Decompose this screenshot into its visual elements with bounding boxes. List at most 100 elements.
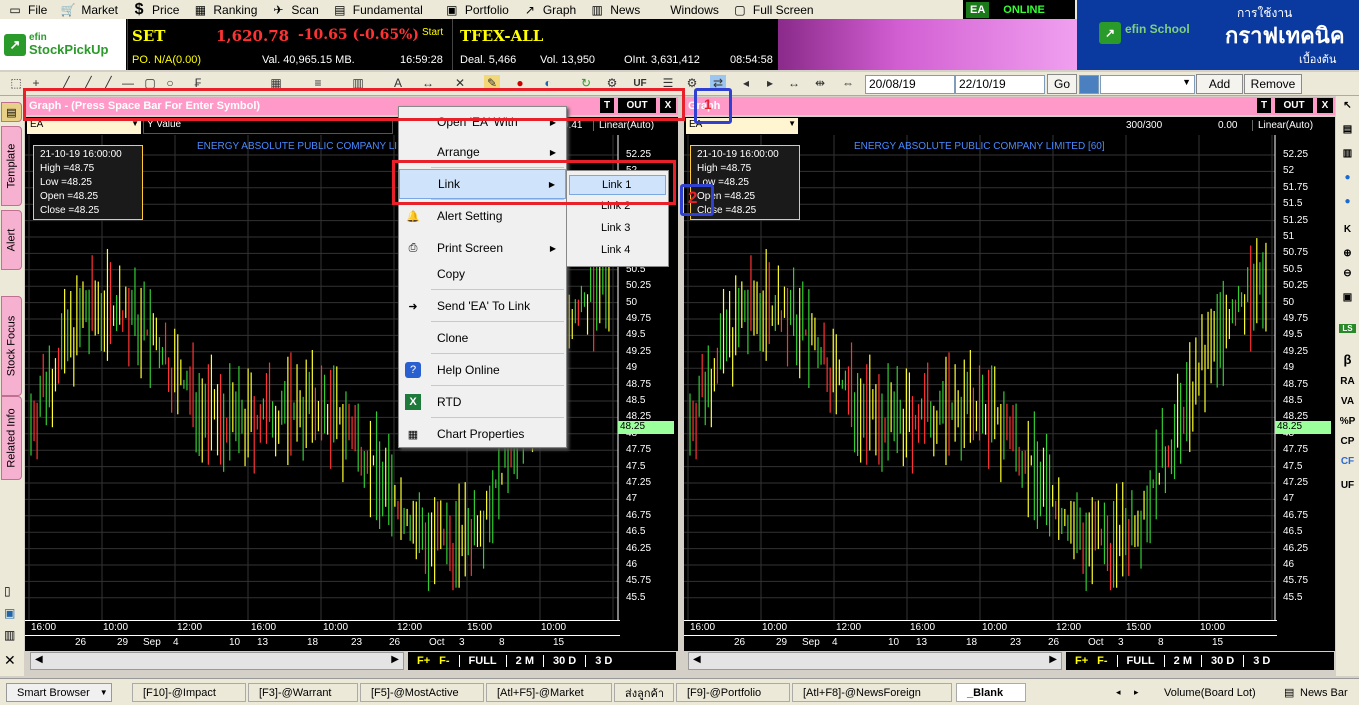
- left-pane-close-button[interactable]: X: [660, 98, 676, 113]
- zoom-icon[interactable]: ⇔: [840, 75, 856, 91]
- globe-icon[interactable]: ◐: [540, 75, 556, 91]
- menu-fullscreen[interactable]: ▢ Full Screen: [725, 0, 820, 19]
- menu-fundamental[interactable]: ▤ Fundamental: [325, 0, 429, 19]
- left-pane-out-button[interactable]: OUT: [618, 98, 656, 113]
- lines-icon[interactable]: ≡: [310, 75, 326, 91]
- settings-wheel-icon[interactable]: ⚙: [604, 75, 620, 91]
- submenu-link-4[interactable]: Link 4: [569, 241, 666, 261]
- stop-icon[interactable]: ●: [512, 75, 528, 91]
- zoom-full-button[interactable]: FULL: [458, 655, 506, 667]
- zoom-out-icon[interactable]: ⊖: [1339, 268, 1356, 279]
- bottom-tab-1[interactable]: [F10]-@Impact: [132, 683, 246, 702]
- save-icon[interactable]: ▣: [4, 606, 15, 620]
- line-icon[interactable]: ╱: [58, 75, 74, 91]
- right-pane-titlebar[interactable]: Graph: [684, 97, 1335, 115]
- context-item-arrange[interactable]: Arrange ▶: [399, 137, 566, 167]
- bottom-tab-6[interactable]: [F9]-@Portfolio: [676, 683, 790, 702]
- left-symbol-combo[interactable]: EA ▼: [27, 118, 141, 134]
- tab-related-info[interactable]: Related Info: [1, 396, 22, 480]
- date-from-field[interactable]: 20/08/19: [865, 75, 955, 94]
- expand-icon[interactable]: ↔: [786, 75, 802, 91]
- refresh-icon[interactable]: ↻: [578, 75, 594, 91]
- layers-icon[interactable]: ☰: [660, 75, 676, 91]
- cf-tool[interactable]: CF: [1339, 456, 1356, 467]
- delete-icon[interactable]: ✕: [452, 75, 468, 91]
- submenu-link-1[interactable]: Link 1: [569, 175, 666, 195]
- beta-tool[interactable]: β: [1339, 352, 1356, 367]
- k-tool-icon[interactable]: K: [1339, 224, 1356, 235]
- pencil-icon[interactable]: ✎: [484, 75, 500, 91]
- submenu-link-3[interactable]: Link 3: [569, 219, 666, 239]
- ra-tool[interactable]: RA: [1339, 376, 1356, 387]
- menu-graph[interactable]: ↗ Graph: [515, 0, 582, 19]
- context-item-chart-properties[interactable]: ▦ Chart Properties: [399, 419, 566, 449]
- zoom-in-icon[interactable]: ⊕: [1339, 248, 1356, 259]
- tabs-next-icon[interactable]: ▸: [1134, 683, 1148, 702]
- new-doc-icon[interactable]: ▯: [4, 584, 11, 598]
- close-icon[interactable]: ✕: [4, 652, 16, 669]
- menu-news[interactable]: ▥ News: [582, 0, 646, 19]
- volume-label[interactable]: Volume(Board Lot): [1164, 683, 1256, 702]
- zoom-out-button[interactable]: F-: [1097, 655, 1116, 667]
- zoom-3d-button[interactable]: 3 D: [585, 655, 621, 667]
- scroll-left-icon[interactable]: ◀: [693, 654, 701, 665]
- left-h-scrollbar[interactable]: ◀ ▶: [30, 652, 404, 670]
- link-icon[interactable]: ⇄: [710, 75, 726, 91]
- scroll-right-icon[interactable]: ▶: [1049, 654, 1057, 665]
- cursor-icon[interactable]: ⬚: [8, 75, 24, 91]
- arrow-icon[interactable]: ↔: [420, 75, 436, 91]
- grid-icon[interactable]: ▦: [268, 75, 284, 91]
- right-pane-out-button[interactable]: OUT: [1275, 98, 1313, 113]
- left-yvalue-field[interactable]: Y Value: [143, 118, 393, 134]
- percent-tool[interactable]: %P: [1339, 416, 1356, 427]
- fit-icon[interactable]: ▣: [1339, 292, 1356, 303]
- zoom-in-button[interactable]: F+: [1066, 655, 1097, 667]
- uf-icon[interactable]: UF: [632, 75, 648, 91]
- trendline-icon[interactable]: ╱: [80, 75, 96, 91]
- crosshair-icon[interactable]: +: [28, 75, 44, 91]
- hline-icon[interactable]: —: [120, 75, 136, 91]
- zoom-2m-button[interactable]: 2 M: [505, 655, 543, 667]
- left-pane-t-button[interactable]: T: [600, 98, 614, 113]
- zoom-3d-button[interactable]: 3 D: [1243, 655, 1279, 667]
- zoom-out-button[interactable]: F-: [439, 655, 458, 667]
- collapse-icon[interactable]: ⇹: [812, 75, 828, 91]
- bottom-tab-8[interactable]: _Blank: [956, 683, 1026, 702]
- context-item-link[interactable]: Link ▶: [399, 169, 566, 199]
- scroll-left-icon[interactable]: ◀: [35, 654, 43, 665]
- go-button[interactable]: Go: [1047, 74, 1077, 94]
- zoom-30d-button[interactable]: 30 D: [543, 655, 585, 667]
- next-icon[interactable]: ▸: [762, 75, 778, 91]
- newsbar-icon[interactable]: ▤: [1284, 683, 1294, 702]
- plus-circle-icon[interactable]: ●: [1339, 172, 1356, 183]
- bottom-tab-3[interactable]: [F5]-@MostActive: [360, 683, 484, 702]
- left-pane-titlebar[interactable]: Graph - (Press Space Bar For Enter Symbo…: [25, 97, 678, 115]
- ray-icon[interactable]: ╱: [100, 75, 116, 91]
- tab-template[interactable]: Template: [1, 126, 22, 206]
- ls-icon[interactable]: LS: [1339, 324, 1356, 333]
- context-item-help-online[interactable]: ? Help Online: [399, 355, 566, 385]
- pattern-icon[interactable]: ▥: [350, 75, 366, 91]
- menu-market[interactable]: 🛒 Market: [53, 0, 124, 19]
- zoom-in-button[interactable]: F+: [408, 655, 439, 667]
- smart-browser-button[interactable]: Smart Browser ▼: [6, 683, 112, 702]
- context-item-rtd[interactable]: X RTD: [399, 387, 566, 417]
- gear-icon[interactable]: ⚙: [684, 75, 700, 91]
- context-item-send-ea-to-link[interactable]: ➜ Send 'EA' To Link: [399, 291, 566, 321]
- bottom-tab-5[interactable]: ส่งลูกค้า: [614, 683, 674, 702]
- right-h-scrollbar[interactable]: ◀ ▶: [688, 652, 1062, 670]
- context-item-open-ea-with[interactable]: Open 'EA' With ▶: [399, 107, 566, 137]
- right-chart-area[interactable]: ENERGY ABSOLUTE PUBLIC COMPANY LIMITED […: [684, 135, 1335, 651]
- left-scale-mode[interactable]: Linear(Auto): [593, 120, 654, 131]
- open-icon[interactable]: ▥: [4, 628, 15, 642]
- bottom-tab-7[interactable]: [Atl+F8]-@NewsForeign: [792, 683, 952, 702]
- uf-tool[interactable]: UF: [1339, 480, 1356, 491]
- menu-windows[interactable]: Windows: [664, 0, 725, 19]
- rect-icon[interactable]: ▢: [142, 75, 158, 91]
- right-pane-t-button[interactable]: T: [1257, 98, 1271, 113]
- scroll-right-icon[interactable]: ▶: [391, 654, 399, 665]
- bottom-tab-2[interactable]: [F3]-@Warrant: [248, 683, 358, 702]
- context-item-clone[interactable]: Clone: [399, 323, 566, 353]
- right-symbol-combo[interactable]: EA ▼: [686, 118, 798, 134]
- cp-tool[interactable]: CP: [1339, 436, 1356, 447]
